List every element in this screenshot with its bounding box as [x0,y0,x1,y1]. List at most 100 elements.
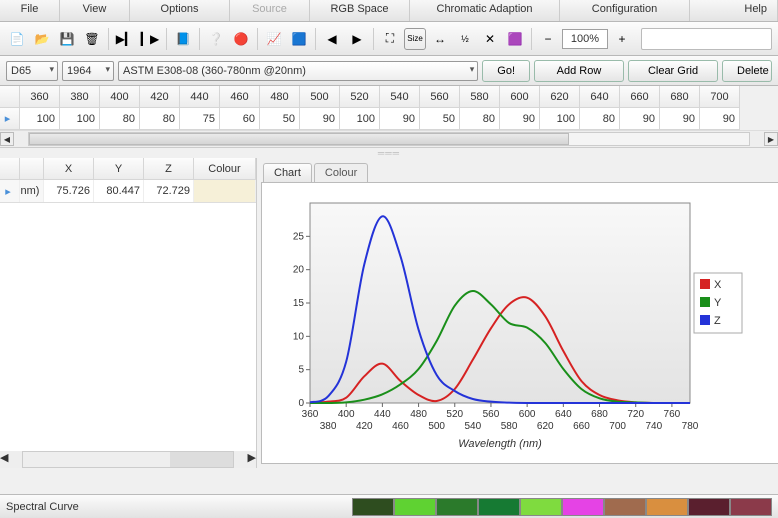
arrow-left-icon[interactable]: ◀ [321,28,343,50]
grid-cell[interactable]: 90 [700,108,740,130]
splitter-handle[interactable]: ═══ [0,148,778,158]
chart-area: 0510152025360400440480520560600640680720… [261,182,778,464]
book-icon[interactable]: 📘 [172,28,194,50]
go-button[interactable]: Go! [482,60,530,82]
menu-rgb-space[interactable]: RGB Space [310,0,410,21]
color-swatch[interactable] [394,498,436,516]
grid-cell[interactable]: 100 [340,108,380,130]
curve-icon[interactable]: 📈 [263,28,285,50]
observer-select[interactable]: 1964 [62,61,114,81]
grid-cell[interactable]: 100 [540,108,580,130]
spectrum-icon[interactable]: 🟦 [288,28,310,50]
svg-text:400: 400 [338,409,355,420]
grid-col-header: 440 [180,86,220,108]
zoom-level[interactable]: 100% [562,29,608,49]
grid-cell[interactable]: 80 [100,108,140,130]
export-icon[interactable]: ▎▶ [139,28,161,50]
delete-icon[interactable]: 🗑 [81,28,103,50]
random-icon[interactable]: ✕ [479,28,501,50]
svg-text:Wavelength (nm): Wavelength (nm) [458,438,542,450]
color-swatch[interactable] [478,498,520,516]
grid-cell[interactable]: 90 [380,108,420,130]
grid-cell[interactable]: 100 [20,108,60,130]
menu-chromatic-adaption[interactable]: Chromatic Adaption [410,0,560,21]
grid-col-header: 700 [700,86,740,108]
method-select[interactable]: ASTM E308-08 (360-780nm @20nm) [118,61,478,81]
grid-row-marker[interactable]: ▸ [0,108,20,130]
menu-configuration[interactable]: Configuration [560,0,690,21]
grid-cell[interactable]: 80 [580,108,620,130]
main-split: X Y Z Colour ▸ nm) 75.726 80.447 72.729 … [0,158,778,468]
svg-text:640: 640 [555,409,572,420]
zoom-out-icon[interactable]: − [537,28,559,50]
save-icon[interactable]: 💾 [56,28,78,50]
grid-cell[interactable]: 75 [180,108,220,130]
val-colour[interactable] [194,180,256,202]
svg-text:X: X [714,279,722,291]
svg-text:15: 15 [293,298,305,309]
menu-options[interactable]: Options [130,0,230,21]
grid-cell[interactable]: 80 [460,108,500,130]
grid-col-header: 500 [300,86,340,108]
grid-hscroll[interactable]: ◀ ▶ [0,130,778,147]
color-swatch[interactable] [688,498,730,516]
color-swatch[interactable] [604,498,646,516]
color-swatch[interactable] [436,498,478,516]
grid-col-header: 380 [60,86,100,108]
grid-col-header: 620 [540,86,580,108]
grid-cell[interactable]: 100 [60,108,100,130]
size-icon[interactable]: Size [404,28,426,50]
grid-cell[interactable]: 50 [260,108,300,130]
import-icon[interactable]: ▶▎ [114,28,136,50]
color-swatch[interactable] [730,498,772,516]
new-icon[interactable]: 📄 [6,28,28,50]
color-swatch[interactable] [646,498,688,516]
grid-cell[interactable]: 80 [140,108,180,130]
svg-text:Z: Z [714,315,721,327]
grid-cell[interactable]: 90 [500,108,540,130]
grid-cell[interactable]: 50 [420,108,460,130]
color-swatch[interactable] [520,498,562,516]
grid-cell[interactable]: 90 [300,108,340,130]
left-hscroll[interactable]: ◀ ▶ [0,451,256,468]
menu-bar: File View Options Source RGB Space Chrom… [0,0,778,22]
expand-icon[interactable]: ↔ [429,28,451,50]
row-marker[interactable]: ▸ [0,180,20,202]
grid-col-header: 420 [140,86,180,108]
color-swatch[interactable] [352,498,394,516]
menu-view[interactable]: View [60,0,130,21]
grid-cell[interactable]: 90 [620,108,660,130]
status-text: Spectral Curve [6,501,79,513]
zoom-in-icon[interactable]: + [611,28,633,50]
svg-text:580: 580 [501,421,518,432]
scroll-left-icon[interactable]: ◀ [0,132,14,146]
scroll-right-icon[interactable]: ▶ [248,451,256,468]
crop-icon[interactable]: ⛶ [379,28,401,50]
scroll-left-icon[interactable]: ◀ [0,451,8,468]
help-icon[interactable]: ❔ [205,28,227,50]
grid-col-header: 540 [380,86,420,108]
delete-button[interactable]: Delete [722,60,772,82]
tab-colour[interactable]: Colour [314,163,368,182]
menu-help[interactable]: Help [690,0,778,21]
grid-cell[interactable]: 90 [660,108,700,130]
add-row-button[interactable]: Add Row [534,60,624,82]
svg-text:680: 680 [591,409,608,420]
toolbar-combo[interactable] [641,28,772,50]
color-wheel-icon[interactable]: 🔴 [230,28,252,50]
half-icon[interactable]: ½ [454,28,476,50]
svg-text:Y: Y [714,297,722,309]
tab-chart[interactable]: Chart [263,163,312,182]
scroll-right-icon[interactable]: ▶ [764,132,778,146]
svg-text:500: 500 [428,421,445,432]
menu-file[interactable]: File [0,0,60,21]
color-swatches [352,498,772,516]
illuminant-select[interactable]: D65 [6,61,58,81]
svg-text:740: 740 [645,421,662,432]
grid-cell[interactable]: 60 [220,108,260,130]
color-swatch[interactable] [562,498,604,516]
arrow-right-icon[interactable]: ▶ [346,28,368,50]
clear-grid-button[interactable]: Clear Grid [628,60,718,82]
palette-icon[interactable]: 🟪 [504,28,526,50]
open-icon[interactable]: 📂 [31,28,53,50]
